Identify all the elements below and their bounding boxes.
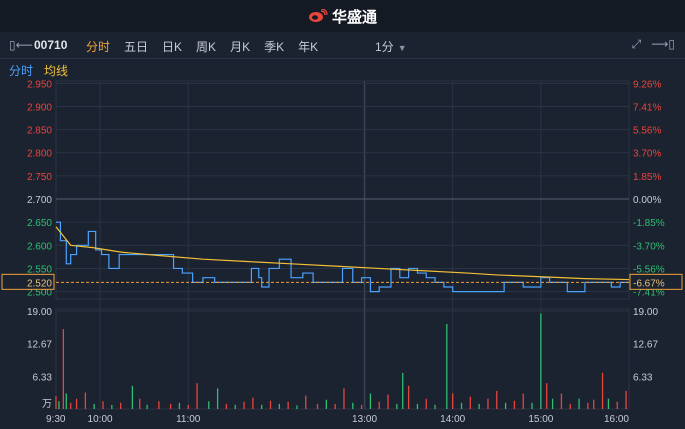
price-tick-label: 2.550 [27,264,52,275]
time-tick-label: 16:00 [604,414,629,425]
period-tabs: 分时 五日 日K 周K 月K 季K 年K [86,38,332,55]
volume-tick-label: 6.33 [33,372,53,383]
volume-tick-label-right: 19.00 [633,307,658,318]
interval-value: 1分 [375,40,394,54]
pct-tick-label: -3.70% [633,241,665,252]
tab-period-2[interactable]: 日K [162,38,182,55]
toolbar-right-icons: ⤢ ⟶▯ [632,37,675,52]
price-line [56,221,629,293]
pct-tick-label: 0.00% [633,195,661,206]
fullscreen-icon[interactable]: ⤢ [632,37,642,52]
tab-period-0[interactable]: 分时 [86,38,110,55]
toolbar: ▯⟵ 00710 分时 五日 日K 周K 月K 季K 年K 1分 ▼ ⤢ ⟶▯ [0,32,685,59]
pct-tick-label: 1.85% [633,172,661,183]
collapse-left-icon[interactable]: ▯⟵ [9,38,33,52]
timeshare-chart: 2.950 9.26% 2.900 7.41% 2.850 5.56% 2.800 3.70%… [1,79,683,425]
pct-tick-label: 5.56% [633,126,661,137]
price-tick-label: 2.750 [27,172,52,183]
interval-select[interactable]: 1分 ▼ [375,38,407,55]
time-tick-label: 15:00 [528,414,553,425]
volume-tick-label-right: 6.33 [633,372,653,383]
weibo-style-logo-icon [308,9,328,22]
tab-period-5[interactable]: 季K [264,38,284,55]
brand: 华盛通 [308,6,377,27]
tab-period-6[interactable]: 年K [298,38,318,55]
tab-period-4[interactable]: 月K [230,38,250,55]
price-tick-label: 2.900 [27,102,52,113]
chevron-down-icon: ▼ [397,43,407,53]
price-tick-label: 2.800 [27,149,52,160]
volume-panel-frame [55,308,630,410]
tab-avg-line[interactable]: 均线 [44,62,68,79]
pct-tick-label: -1.85% [633,218,665,229]
volume-tick-label-right: 12.67 [633,340,658,351]
tab-period-1[interactable]: 五日 [124,38,148,55]
price-tick-label: 2.600 [27,241,52,252]
price-tick-label: 2.650 [27,218,52,229]
pct-tick-label: 9.26% [633,79,661,90]
current-price-label: 2.520 [27,278,52,289]
volume-unit-label: 万 [42,399,52,410]
time-tick-label: 14:00 [440,414,465,425]
title-bar: 华盛通 [0,0,685,32]
time-tick-label: 11:00 [176,414,201,425]
chart-subtabs: 分时 均线 [0,59,685,79]
pct-tick-label: 7.41% [633,102,661,113]
price-tick-label: 2.850 [27,126,52,137]
brand-name: 华盛通 [331,8,377,26]
current-pct-label: -6.67% [633,278,665,289]
expand-right-icon[interactable]: ⟶▯ [651,37,675,52]
volume-tick-label: 19.00 [27,307,52,318]
pct-tick-label: -5.56% [633,264,665,275]
time-tick-label: 10:00 [88,414,113,425]
time-tick-label: 9:30 [46,414,66,425]
stock-code: 00710 [34,38,68,52]
time-tick-label: 13:00 [352,414,377,425]
tab-timeshare[interactable]: 分时 [9,62,33,79]
volume-tick-label: 12.67 [27,340,52,351]
pct-tick-label: 3.70% [633,149,661,160]
tab-period-3[interactable]: 周K [196,38,216,55]
price-tick-label: 2.700 [27,195,52,206]
price-tick-label: 2.950 [27,79,52,90]
